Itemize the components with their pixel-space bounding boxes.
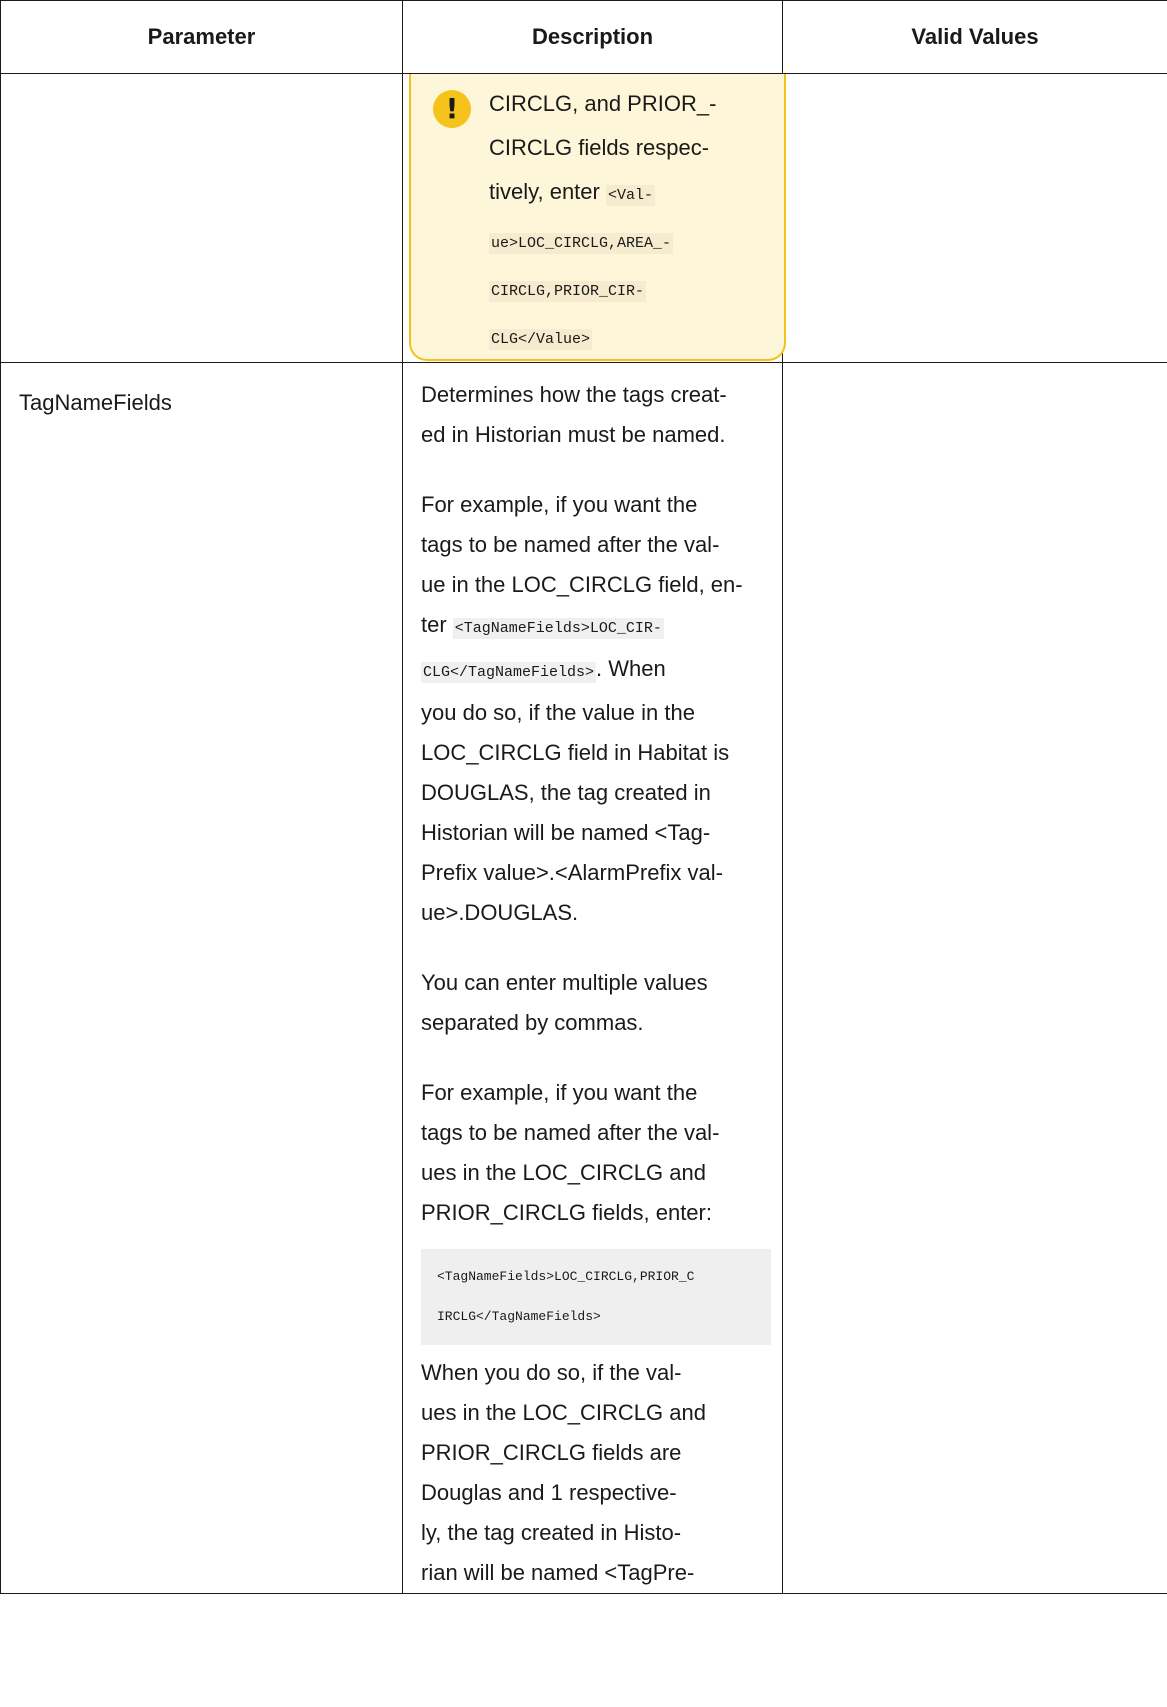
text-line: tags to be named after the val- — [421, 1120, 720, 1145]
note-line-prefix: tively, enter — [489, 179, 606, 204]
text-line: ue>.DOUGLAS. — [421, 900, 579, 925]
text-line: For example, if you want the — [421, 1080, 698, 1105]
description-paragraph: You can enter multiple values separated … — [421, 963, 777, 1043]
text-line: Douglas and 1 respective- — [421, 1480, 677, 1505]
note-line: CIRCLG, and PRIOR_- — [489, 91, 717, 116]
text-line: Prefix value>.<AlarmPrefix val- — [421, 860, 723, 885]
text-line: ues in the LOC_CIRCLG and — [421, 1160, 706, 1185]
parameter-cell-empty — [0, 73, 403, 363]
description-paragraph: For example, if you want the tags to be … — [421, 1073, 777, 1233]
code-block: <TagNameFields>LOC_CIRCLG,PRIOR_C IRCLG<… — [421, 1249, 771, 1345]
inline-code: CLG</TagNameFields> — [421, 662, 597, 683]
exclamation-icon: ! — [433, 90, 471, 128]
text-line: separated by commas. — [421, 1010, 644, 1035]
text-line: PRIOR_CIRCLG fields are — [421, 1440, 682, 1465]
text-line: You can enter multiple values — [421, 970, 708, 995]
text-line: . When — [596, 656, 666, 681]
text-line: you do so, if the value in the — [421, 700, 695, 725]
text-line: DOUGLAS, the tag created in — [421, 780, 711, 805]
note-code-value: CLG</Value> — [489, 329, 593, 350]
parameter-name: TagNameFields — [0, 362, 403, 1594]
header-description: Description — [402, 0, 783, 74]
header-valid-values: Valid Values — [782, 0, 1167, 74]
description-cell: Determines how the tags creat- ed in His… — [402, 362, 783, 1594]
important-note: ! CIRCLG, and PRIOR_- CIRCLG fields resp… — [409, 74, 786, 361]
description-cell: ! CIRCLG, and PRIOR_- CIRCLG fields resp… — [402, 73, 786, 363]
note-code-line: CLG</Value> — [489, 314, 770, 362]
note-code-value: <Val- — [605, 185, 655, 206]
text-line: Historian will be named <Tag- — [421, 820, 711, 845]
note-line: CIRCLG fields respec- — [489, 135, 710, 160]
text-line: ter — [421, 612, 453, 637]
note-code-value: CIRCLG,PRIOR_CIR- — [489, 281, 647, 302]
parameters-table: Parameter Description Valid Values ! CIR… — [0, 0, 1167, 1594]
header-parameter: Parameter — [0, 0, 403, 74]
valid-values-cell — [782, 73, 1167, 363]
note-text: CIRCLG, and PRIOR_- CIRCLG fields respec… — [489, 82, 770, 362]
text-line: ues in the LOC_CIRCLG and — [421, 1400, 706, 1425]
code-line: <TagNameFields>LOC_CIRCLG,PRIOR_C — [437, 1269, 695, 1284]
description-paragraph: For example, if you want the tags to be … — [421, 485, 777, 933]
note-code-line: CIRCLG,PRIOR_CIR- — [489, 266, 770, 314]
text-line: ed in Historian must be named. — [421, 422, 726, 447]
text-line: ly, the tag created in Histo- — [421, 1520, 682, 1545]
table-row: ! CIRCLG, and PRIOR_- CIRCLG fields resp… — [0, 73, 1167, 363]
note-code-value: ue>LOC_CIRCLG,AREA_- — [489, 233, 674, 254]
table-row: TagNameFields Determines how the tags cr… — [0, 362, 1167, 1594]
text-line: ue in the LOC_CIRCLG field, en- — [421, 572, 743, 597]
code-line: IRCLG</TagNameFields> — [437, 1309, 601, 1324]
table-header-row: Parameter Description Valid Values — [0, 0, 1167, 74]
text-line: rian will be named <TagPre- — [421, 1560, 695, 1585]
description-paragraph: When you do so, if the val- ues in the L… — [421, 1353, 777, 1593]
text-line: PRIOR_CIRCLG fields, enter: — [421, 1200, 712, 1225]
valid-values-cell — [782, 362, 1167, 1594]
note-code-line: ue>LOC_CIRCLG,AREA_- — [489, 218, 770, 266]
text-line: When you do so, if the val- — [421, 1360, 682, 1385]
text-line: LOC_CIRCLG field in Habitat is — [421, 740, 730, 765]
text-line: Determines how the tags creat- — [421, 382, 727, 407]
text-line: For example, if you want the — [421, 492, 698, 517]
text-line: tags to be named after the val- — [421, 532, 720, 557]
inline-code: <TagNameFields>LOC_CIR- — [452, 618, 664, 639]
description-paragraph: Determines how the tags creat- ed in His… — [421, 375, 777, 455]
note-line: tively, enter <Val- — [489, 170, 770, 218]
